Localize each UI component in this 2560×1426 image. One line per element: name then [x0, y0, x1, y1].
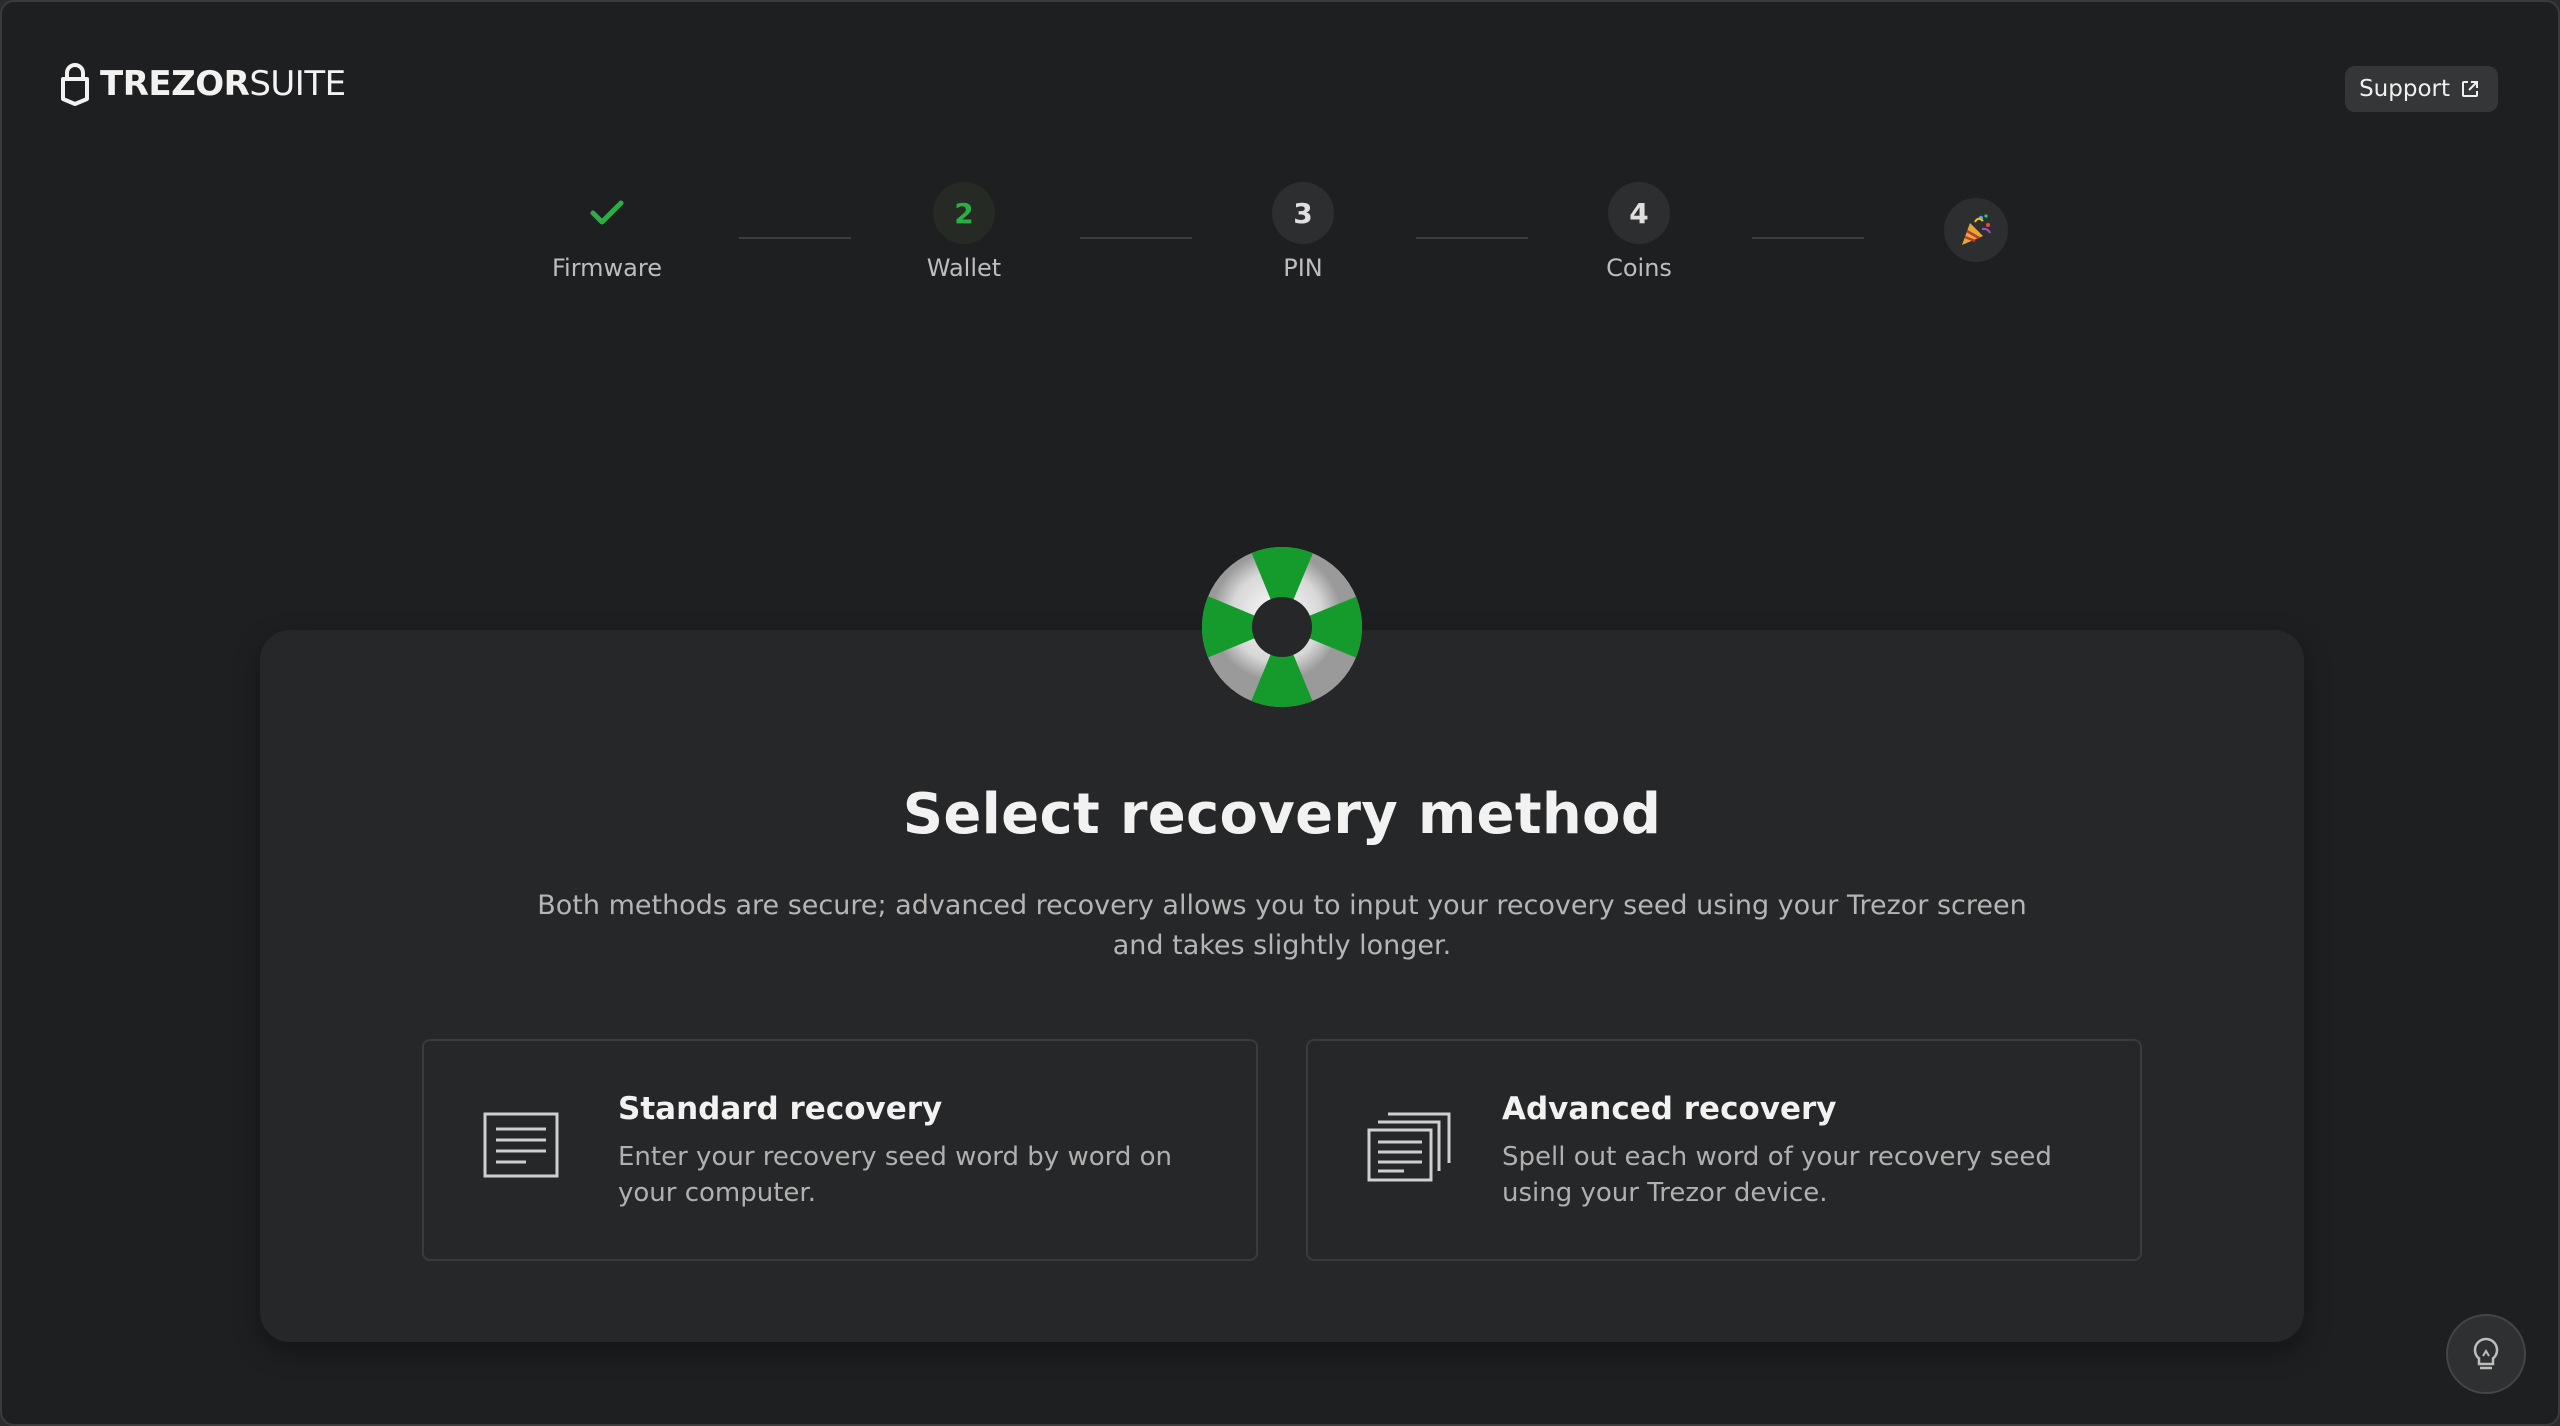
- party-popper-icon: [1962, 214, 1991, 245]
- step-label: PIN: [1283, 254, 1323, 282]
- trezor-suite-logo: TREZORSUITE: [60, 60, 346, 108]
- step-connector: [1416, 237, 1528, 239]
- logo-text-suite: SUITE: [249, 64, 346, 104]
- step-pin: 3 PIN: [1193, 182, 1413, 282]
- single-document-icon: [483, 1112, 559, 1178]
- support-button[interactable]: Support: [2345, 66, 2498, 112]
- logo-text-trezor: TREZOR: [100, 64, 250, 104]
- step-label: Wallet: [926, 254, 1002, 282]
- step-firmware: Firmware: [497, 182, 717, 282]
- padlock-icon: [61, 63, 89, 106]
- external-link-icon: [2462, 81, 2478, 97]
- step-connector: [1752, 237, 1864, 239]
- page-title: Select recovery method: [902, 782, 1662, 847]
- checkmark-icon: [590, 200, 624, 225]
- step-label: Coins: [1606, 254, 1672, 282]
- step-number: 3: [1272, 182, 1334, 244]
- page-description: Both methods are secure; advanced recove…: [537, 890, 2027, 961]
- tips-button[interactable]: [2446, 1314, 2526, 1394]
- step-number: 4: [1608, 182, 1670, 244]
- lightbulb-icon: [2473, 1337, 2499, 1370]
- step-firmware-check: [576, 182, 638, 244]
- stacked-documents-icon: [1367, 1112, 1451, 1182]
- step-label: Firmware: [552, 254, 662, 282]
- standard-recovery-option[interactable]: Standard recovery Enter your recovery se…: [422, 1039, 1258, 1261]
- app-window: TREZORSUITE Support Firmware 2 Wallet 3 …: [0, 0, 2560, 1426]
- step-connector: [1080, 237, 1192, 239]
- step-connector: [739, 237, 851, 239]
- option-description: Spell out each word of your recovery see…: [1502, 1142, 2052, 1208]
- logo-text: TREZORSUITE: [100, 64, 346, 104]
- step-wallet: 2 Wallet: [854, 182, 1074, 282]
- support-label: Support: [2359, 76, 2450, 102]
- option-description: Enter your recovery seed word by word on…: [618, 1142, 1173, 1208]
- option-title: Advanced recovery: [1502, 1091, 1837, 1127]
- option-title: Standard recovery: [618, 1091, 943, 1127]
- step-final: [1944, 198, 2008, 262]
- advanced-recovery-option[interactable]: Advanced recovery Spell out each word of…: [1306, 1039, 2142, 1261]
- step-number: 2: [933, 182, 995, 244]
- step-coins: 4 Coins: [1529, 182, 1749, 282]
- lifebuoy-icon: [1202, 547, 1362, 707]
